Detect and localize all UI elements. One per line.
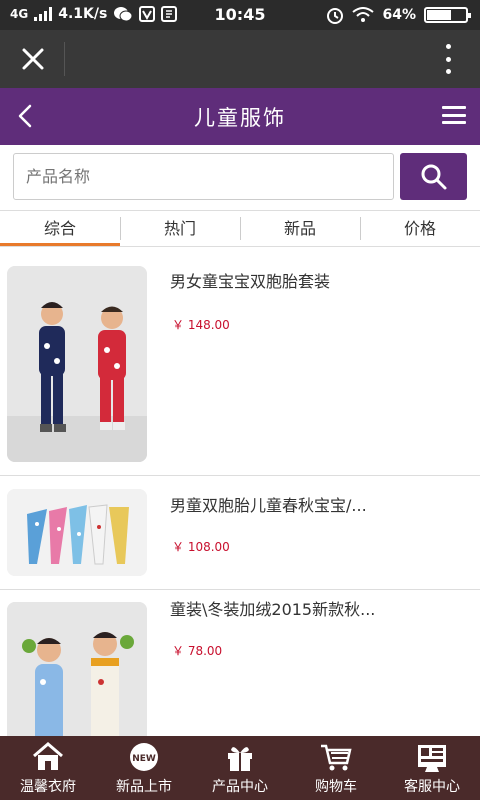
close-icon[interactable] bbox=[18, 44, 48, 74]
nav-cart-label: 购物车 bbox=[315, 779, 357, 795]
cart-icon bbox=[321, 744, 352, 771]
bottom-nav: 温馨衣府 NEW 新品上市 产品中心 购物车 客服中心 bbox=[0, 736, 480, 800]
nav-service-label: 客服中心 bbox=[404, 779, 460, 795]
new-badge-text: NEW bbox=[132, 754, 156, 764]
home-icon bbox=[33, 742, 63, 770]
product-item[interactable]: 男童双胞胎儿童春秋宝宝/... ￥ 108.00 bbox=[0, 476, 480, 590]
hamburger-menu-icon[interactable] bbox=[442, 106, 466, 124]
nav-products-label: 产品中心 bbox=[212, 779, 268, 795]
wifi-icon bbox=[352, 7, 375, 22]
status-bar: 4G 4.1K/s 10:45 64% bbox=[0, 0, 480, 30]
product-name[interactable]: 男女童宝宝双胞胎套装 bbox=[170, 268, 460, 292]
search-icon bbox=[421, 164, 447, 190]
more-vertical-icon[interactable] bbox=[446, 44, 452, 74]
gift-icon bbox=[228, 747, 252, 771]
customer-service-icon bbox=[418, 745, 446, 772]
sort-tabs: 综合 热门 新品 价格 bbox=[0, 210, 480, 247]
search-input[interactable] bbox=[13, 153, 394, 200]
nav-customer-service[interactable]: 客服中心 bbox=[384, 736, 480, 800]
nav-products[interactable]: 产品中心 bbox=[192, 736, 288, 800]
nav-new-label: 新品上市 bbox=[116, 779, 172, 795]
search-bar bbox=[0, 145, 480, 210]
battery-icon bbox=[424, 7, 471, 23]
nav-home-label: 温馨衣府 bbox=[20, 779, 76, 795]
alarm-icon bbox=[327, 8, 344, 24]
new-badge-icon: NEW bbox=[130, 743, 158, 771]
product-item[interactable]: 童装\冬装加绒2015新款秋... ￥ 78.00 bbox=[0, 590, 480, 736]
product-list: 男女童宝宝双胞胎套装 ￥ 148.00 男童双胞胎儿童春秋宝宝/... ￥ 10… bbox=[0, 250, 480, 736]
product-image[interactable] bbox=[7, 489, 147, 576]
search-button[interactable] bbox=[400, 153, 467, 200]
product-item[interactable]: 男女童宝宝双胞胎套装 ￥ 148.00 bbox=[0, 250, 480, 476]
status-right: 64% bbox=[326, 6, 471, 24]
page-title: 儿童服饰 bbox=[194, 106, 286, 130]
product-image[interactable] bbox=[7, 602, 147, 736]
browser-divider bbox=[64, 42, 65, 76]
product-name[interactable]: 童装\冬装加绒2015新款秋... bbox=[170, 596, 460, 620]
tab-price[interactable]: 价格 bbox=[360, 211, 480, 246]
product-name[interactable]: 男童双胞胎儿童春秋宝宝/... bbox=[170, 492, 460, 516]
product-image[interactable] bbox=[7, 266, 147, 462]
tab-new[interactable]: 新品 bbox=[240, 211, 360, 246]
page-header: 儿童服饰 bbox=[0, 88, 480, 145]
browser-bar bbox=[0, 30, 480, 88]
product-price: ￥ 78.00 bbox=[172, 644, 223, 658]
nav-cart[interactable]: 购物车 bbox=[288, 736, 384, 800]
product-price: ￥ 108.00 bbox=[172, 540, 230, 554]
tab-popular[interactable]: 热门 bbox=[120, 211, 240, 246]
battery-percent: 64% bbox=[382, 7, 416, 23]
tab-comprehensive[interactable]: 综合 bbox=[0, 211, 120, 246]
product-price: ￥ 148.00 bbox=[172, 318, 230, 332]
nav-new-arrivals[interactable]: NEW 新品上市 bbox=[96, 736, 192, 800]
nav-home[interactable]: 温馨衣府 bbox=[0, 736, 96, 800]
battery-fill bbox=[427, 10, 451, 20]
